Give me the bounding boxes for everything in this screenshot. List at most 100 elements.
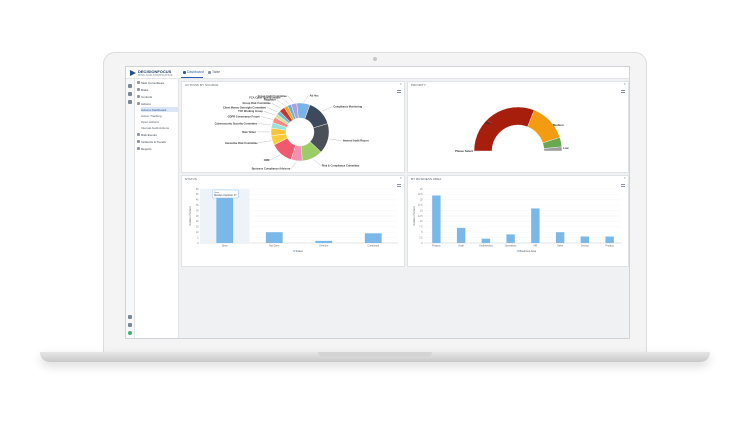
users-icon[interactable] — [128, 100, 132, 104]
sidebar-item-label: Risks — [141, 87, 149, 92]
y-axis-label: Number of Actions — [189, 205, 192, 225]
logo-subtitle: RISK AND COMPLIANCE — [138, 72, 173, 77]
x-tick-label: Service — [581, 245, 590, 248]
logo-mark-icon — [130, 70, 136, 76]
panel-business-area: By business area ✕ 0 2.5 5 7.5 10 12.5 15 17.5 2… — [407, 175, 629, 267]
tab-table[interactable]: Table — [208, 70, 220, 74]
slice-leader-line — [271, 102, 282, 109]
tab-dashboard[interactable]: Dashboard — [183, 70, 204, 74]
sidebar-item-label: Incidents & Trends — [141, 139, 166, 144]
user-status-icon[interactable] — [128, 331, 132, 335]
x-tick-label: Overdue — [319, 245, 329, 248]
sidebar-item-label: Action Tracking — [141, 113, 162, 118]
bar — [432, 195, 441, 243]
bar — [216, 192, 234, 243]
sidebar-item-label: Reports — [141, 146, 152, 151]
y-tick-label: 0 — [421, 243, 423, 245]
y-tick-label: 17.5 — [418, 205, 423, 207]
slice-label: Risk & Compliance Committee — [322, 163, 360, 167]
y-tick-label: 0 — [197, 243, 199, 245]
tooltip-title: Open — [214, 192, 220, 194]
y-tick-label: 40 — [196, 200, 199, 202]
sidebar-item[interactable]: Reports — [137, 146, 178, 151]
sidebar-item[interactable]: Controls — [137, 94, 178, 99]
sidebar-item[interactable]: Task Committees — [137, 80, 178, 85]
x-tick-label: Completed — [367, 245, 379, 248]
sidebar-item-label: Controls — [141, 94, 153, 99]
sidebar: Task Committees Risks Controls Actions Actio… — [135, 79, 179, 338]
sidebar-item[interactable]: Actions — [137, 101, 178, 106]
close-icon[interactable]: ✕ — [623, 82, 626, 86]
slice-label: Internal Audit Report — [343, 139, 369, 143]
priority-slice — [473, 106, 535, 152]
top-bar: DECISIONFOCUS RISK AND COMPLIANCE Dashbo… — [126, 67, 629, 79]
slice-leader-line — [260, 116, 273, 120]
close-icon[interactable]: ✕ — [399, 176, 402, 180]
sidebar-item-label: Actions Dashboard — [141, 107, 167, 112]
slice-label: Executive Risk Committee — [225, 141, 258, 145]
help-icon[interactable] — [128, 323, 132, 327]
y-tick-label: 50 — [196, 189, 199, 191]
bar — [605, 236, 614, 243]
folder-icon — [137, 147, 140, 150]
sidebar-item[interactable]: Actions Dashboard — [141, 107, 178, 112]
slice-label: Ad Hoc — [310, 93, 320, 97]
sidebar-item[interactable]: Risk Events — [137, 132, 178, 137]
x-tick-label: HR — [534, 245, 538, 248]
webcam-dot — [373, 57, 377, 61]
sidebar-item-label: Open Actions — [141, 119, 159, 124]
sidebar-item[interactable]: Open Actions — [141, 119, 178, 124]
slice-leader-line — [276, 99, 286, 106]
bar — [531, 208, 540, 243]
source-donut-chart: Compliance Monitoring Internal Audit Repo… — [215, 93, 369, 170]
grid-icon[interactable] — [128, 92, 132, 96]
x-tick-label: Audit — [458, 245, 464, 248]
x-tick-label: Underwriting — [479, 245, 493, 248]
folder-icon — [137, 140, 140, 143]
y-axis-label: Number of Actions — [413, 205, 416, 225]
folder-icon — [137, 133, 140, 136]
home-icon[interactable] — [128, 84, 132, 88]
settings-icon[interactable] — [128, 315, 132, 319]
sidebar-item[interactable]: Incidents & Trends — [137, 139, 178, 144]
legend-label: Business Area — [520, 249, 537, 253]
y-tick-label: 20 — [420, 200, 423, 202]
sidebar-item[interactable]: Risks — [137, 87, 178, 92]
status-bar-chart: 0 5 10 15 20 25 30 35 40 45 50 Number of Actions Ope… — [189, 189, 398, 253]
slice-leader-line — [258, 140, 272, 143]
y-tick-label: 20 — [196, 221, 199, 223]
app-screen: DECISIONFOCUS RISK AND COMPLIANCE Dashbo… — [125, 66, 630, 339]
panel-status: Status ✕ 0 5 10 15 20 25 30 35 40 45 50 Number of A… — [181, 175, 405, 267]
slice-label: ORR — [264, 158, 270, 162]
slice-leader-line — [266, 107, 278, 113]
panel-priority: Priority ✕ High Medium Low Please Select — [407, 81, 629, 173]
icon-rail — [126, 79, 135, 338]
slice-leader-line — [281, 97, 290, 105]
x-tick-label: Operations — [505, 245, 517, 248]
x-tick-label: Product — [606, 245, 615, 248]
legend-label: Status — [296, 249, 304, 253]
y-tick-label: 5 — [421, 232, 423, 234]
dashboard-icon — [183, 70, 186, 74]
sidebar-item[interactable]: Action Tracking — [141, 113, 178, 118]
close-icon[interactable]: ✕ — [399, 82, 402, 86]
slice-label: Cybersecurity Security Committee — [215, 121, 258, 125]
sidebar-item-label: Internal Audit Actions — [141, 125, 170, 130]
app-logo[interactable]: DECISIONFOCUS RISK AND COMPLIANCE — [130, 68, 173, 78]
panel-actions-by-source: Actions by source ✕ Compliance Monitorin… — [181, 81, 405, 173]
bar — [364, 233, 382, 243]
slice-leader-line — [291, 161, 297, 169]
slice-label: Risk Ticker — [242, 130, 256, 134]
slice-leader-line — [263, 111, 276, 116]
laptop-notch — [318, 352, 432, 357]
slice-label: Compliance Monitoring — [333, 105, 362, 109]
bar — [555, 232, 565, 243]
bar — [580, 236, 590, 243]
sidebar-item[interactable]: Internal Audit Actions — [141, 125, 178, 130]
slice-label: Group Audit Committee — [258, 94, 288, 98]
bar — [456, 227, 466, 243]
priority-label: High — [485, 121, 492, 125]
priority-label: Low — [563, 146, 569, 150]
close-icon[interactable]: ✕ — [623, 176, 626, 180]
folder-icon — [137, 95, 140, 98]
